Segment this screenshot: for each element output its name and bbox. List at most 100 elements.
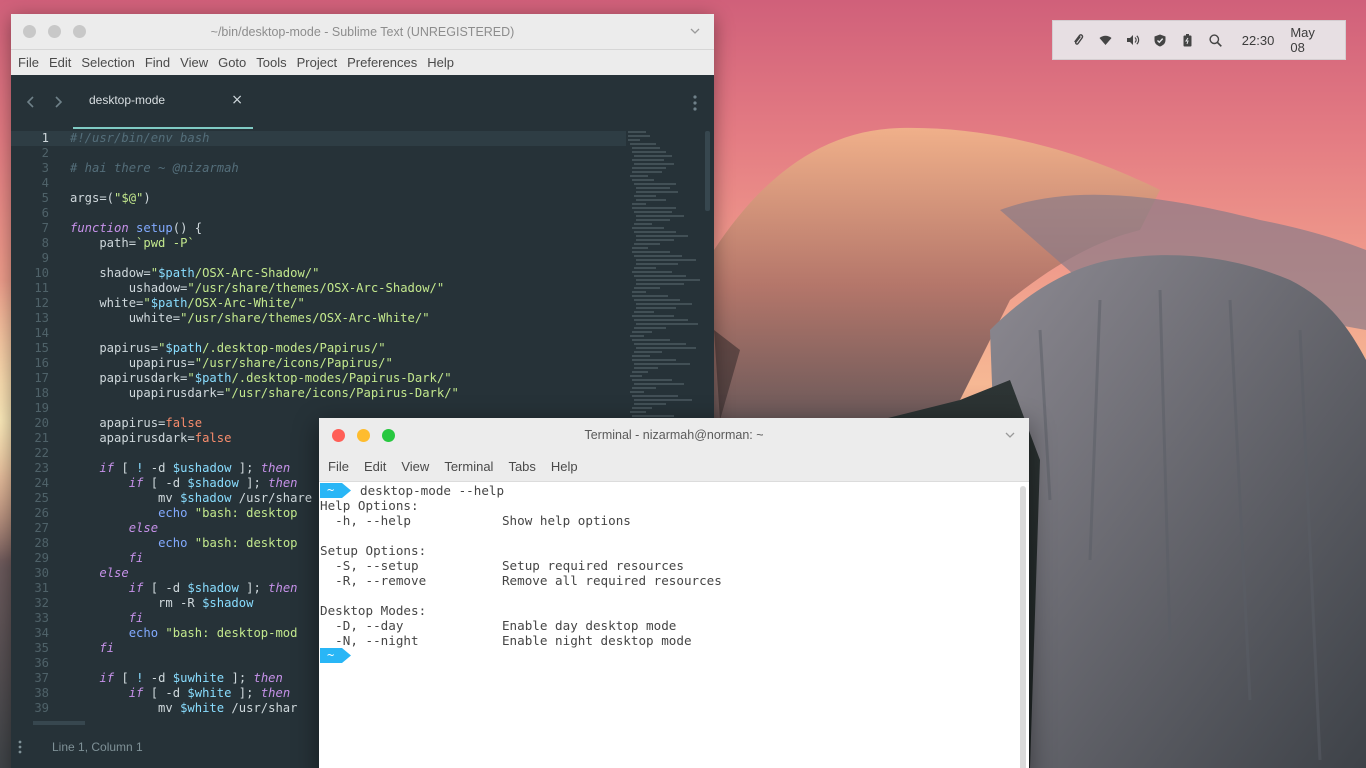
code-text: path=`pwd -P` [70,236,194,251]
code-line[interactable]: 5 args=("$@") [11,191,626,206]
output-line: -N, --night Enable night desktop mode [320,633,692,648]
menu-help[interactable]: Help [427,55,462,70]
back-arrow-icon[interactable] [25,95,37,109]
volume-icon[interactable] [1126,33,1140,47]
sidebar-toggle-icon[interactable] [18,740,22,754]
top-panel: 22:30 May 08 [1052,20,1346,60]
menu-file[interactable]: File [328,459,349,474]
line-number: 35 [34,641,49,655]
code-line[interactable]: 11 ushadow="/usr/share/themes/OSX-Arc-Sh… [11,281,626,296]
menu-goto[interactable]: Goto [218,55,254,70]
code-token: function [70,221,129,235]
cursor-position[interactable]: Line 1, Column 1 [52,740,143,754]
line-number: 25 [34,491,49,505]
menu-view[interactable]: View [401,459,429,474]
code-line[interactable]: 10 shadow="$path/OSX-Arc-Shadow/" [11,266,626,281]
code-line[interactable]: 17 papirusdark="$path/.desktop-modes/Pap… [11,371,626,386]
code-token: if [128,581,144,595]
maximize-button[interactable] [382,428,395,442]
paperclip-icon[interactable] [1071,33,1084,47]
battery-icon[interactable] [1181,33,1194,47]
tab-desktop-mode[interactable]: desktop-mode × [73,75,253,129]
menu-view[interactable]: View [180,55,216,70]
line-number: 39 [34,701,49,715]
line-number: 36 [34,656,49,670]
minimize-button[interactable] [357,428,370,442]
menu-tools[interactable]: Tools [256,55,294,70]
menu-tabs[interactable]: Tabs [508,459,535,474]
code-line[interactable]: 19 [11,401,626,416]
code-line[interactable]: 9 [11,251,626,266]
code-line[interactable]: 18 upapirusdark="/usr/share/icons/Papiru… [11,386,626,401]
line-number: 20 [34,416,49,430]
menu-file[interactable]: File [18,55,47,70]
code-line[interactable]: 8 path=`pwd -P` [11,236,626,251]
menu-project[interactable]: Project [297,55,345,70]
terminal-output[interactable]: ~ desktop-mode --help Help Options: -h, … [319,483,1023,768]
sublime-titlebar[interactable]: ~/bin/desktop-mode - Sublime Text (UNREG… [11,14,714,50]
maximize-button[interactable] [73,25,86,38]
close-button[interactable] [332,428,345,442]
tab-close-button[interactable]: × [231,92,243,108]
minimap[interactable] [626,129,704,429]
code-token: white= [70,296,144,310]
code-line[interactable]: 6 [11,206,626,221]
code-text: echo "bash: desktop-mod [70,626,298,641]
wifi-icon[interactable] [1098,33,1112,47]
close-button[interactable] [23,25,36,38]
code-token: false [165,416,203,430]
code-text: args=("$@") [70,191,151,206]
code-line[interactable]: 16 upapirus="/usr/share/icons/Papirus/" [11,356,626,371]
code-line[interactable]: 1 #!/usr/bin/env bash [11,131,626,146]
menu-edit[interactable]: Edit [49,55,79,70]
code-line[interactable]: 4 [11,176,626,191]
code-token: $path [194,371,232,385]
line-number: 23 [34,461,49,475]
terminal-scrollbar[interactable] [1020,486,1026,768]
vertical-scrollbar[interactable] [705,131,710,211]
panel-clock[interactable]: 22:30 [1242,33,1275,48]
code-token: setup [136,221,173,235]
code-token: $ushadow [172,461,232,475]
forward-arrow-icon[interactable] [52,95,64,109]
menu-edit[interactable]: Edit [364,459,386,474]
code-text: else [70,566,128,581]
horizontal-scrollbar[interactable] [33,721,85,725]
code-token: [ -d [143,476,188,490]
chevron-down-icon[interactable] [688,24,702,38]
code-line[interactable]: 12 white="$path/OSX-Arc-White/" [11,296,626,311]
line-number: 27 [34,521,49,535]
code-line[interactable]: 2 [11,146,626,161]
menu-help[interactable]: Help [551,459,578,474]
shield-icon[interactable] [1154,33,1167,47]
more-options-icon[interactable] [693,94,697,112]
search-icon[interactable] [1208,33,1222,47]
terminal-titlebar[interactable]: Terminal - nizarmah@norman: ~ [319,418,1029,452]
menu-find[interactable]: Find [145,55,178,70]
terminal-window: Terminal - nizarmah@norman: ~ File Edit … [319,418,1029,768]
menu-preferences[interactable]: Preferences [347,55,425,70]
terminal-menubar: File Edit View Terminal Tabs Help [319,452,1029,482]
code-line[interactable]: 13 uwhite="/usr/share/themes/OSX-Arc-Whi… [11,311,626,326]
code-line[interactable]: 7 function setup() { [11,221,626,236]
line-number: 32 [34,596,49,610]
code-line[interactable]: 3 # hai there ~ @nizarmah [11,161,626,176]
code-token: upapirus= [70,356,195,370]
code-token: $shadow [202,596,254,610]
menu-terminal[interactable]: Terminal [444,459,493,474]
code-line[interactable]: 15 papirus="$path/.desktop-modes/Papirus… [11,341,626,356]
code-text: echo "bash: desktop [70,536,297,551]
output-line: Help Options: [320,498,419,513]
code-line[interactable]: 14 [11,326,626,341]
output-line: -S, --setup Setup required resources [320,558,684,573]
code-token: then [253,671,283,685]
line-number: 38 [34,686,49,700]
chevron-down-icon[interactable] [1003,428,1017,442]
menu-selection[interactable]: Selection [81,55,142,70]
panel-date[interactable]: May 08 [1290,25,1331,55]
minimize-button[interactable] [48,25,61,38]
